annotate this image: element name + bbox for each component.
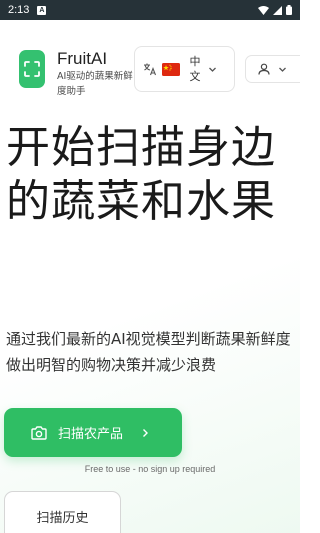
translate-icon — [144, 63, 157, 76]
main-content: FruitAI AI驱动的蔬果新鲜度助手 中文 开始扫描身边的蔬菜和水果 通过我… — [0, 20, 300, 533]
account-button[interactable] — [245, 55, 300, 83]
china-flag-icon — [162, 62, 180, 76]
battery-icon — [286, 5, 292, 15]
brand-name: FruitAI — [57, 49, 108, 68]
scan-produce-button[interactable]: 扫描农产品 — [4, 408, 182, 457]
status-bar: 2:13 A — [0, 0, 300, 20]
status-time: 2:13 — [8, 4, 30, 16]
camera-icon — [31, 425, 47, 440]
scan-history-label: 扫描历史 — [36, 510, 89, 526]
wifi-icon — [258, 5, 269, 15]
scan-history-button[interactable]: 扫描历史 — [4, 491, 121, 533]
app-logo — [19, 50, 45, 88]
signal-icon — [273, 5, 282, 15]
hero-description: 通过我们最新的AI视觉模型判断蔬果新鲜度 做出明智的购物决策并减少浪费 — [6, 330, 291, 374]
chevron-right-icon — [143, 428, 149, 437]
app-header: FruitAI AI驱动的蔬果新鲜度助手 中文 — [0, 42, 300, 100]
language-selector[interactable]: 中文 — [134, 46, 235, 92]
notification-icon: A — [37, 5, 47, 15]
scan-produce-label: 扫描农产品 — [58, 427, 124, 442]
brand-subtitle: AI驱动的蔬果新鲜度助手 — [57, 71, 133, 97]
chevron-down-icon — [209, 67, 216, 72]
free-use-note: Free to use - no sign up required — [84, 464, 216, 474]
chevron-down-icon — [279, 67, 286, 72]
status-indicators — [258, 5, 292, 15]
hero-title: 开始扫描身边的蔬菜和水果 — [6, 122, 276, 227]
scan-frame-icon — [24, 61, 40, 77]
person-icon — [258, 63, 270, 75]
language-label: 中文 — [189, 55, 201, 83]
